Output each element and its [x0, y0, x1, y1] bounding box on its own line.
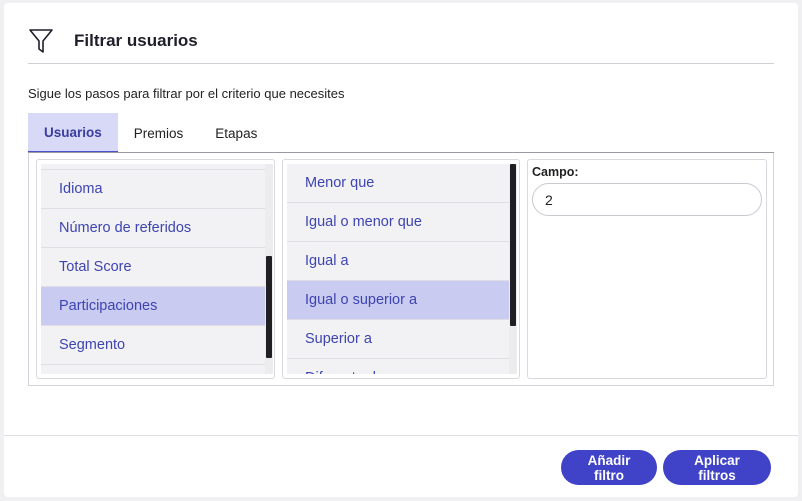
filter-panel: Idioma Número de referidos Total Score P… — [28, 153, 774, 386]
list-item-segmento[interactable]: Segmento — [41, 326, 265, 365]
campo-input[interactable] — [532, 183, 762, 216]
instructions-text: Sigue los pasos para filtrar por el crit… — [28, 86, 345, 101]
fields-scrollbar-thumb[interactable] — [266, 256, 272, 358]
tab-usuarios[interactable]: Usuarios — [28, 113, 118, 153]
list-item-idioma[interactable]: Idioma — [41, 170, 265, 209]
fields-list[interactable]: Idioma Número de referidos Total Score P… — [41, 164, 265, 374]
apply-filters-button[interactable]: Aplicar filtros — [663, 450, 771, 485]
funnel-icon — [28, 27, 54, 55]
list-item-superior-a[interactable]: Superior a — [287, 320, 511, 359]
fields-column: Idioma Número de referidos Total Score P… — [36, 159, 275, 379]
list-item-igual-a[interactable]: Igual a — [287, 242, 511, 281]
filter-tabs: Usuarios Premios Etapas — [28, 113, 273, 153]
modal-title: Filtrar usuarios — [74, 31, 198, 50]
list-item-diferente-de[interactable]: Diferente de — [287, 359, 511, 374]
operators-scrollbar[interactable] — [509, 164, 517, 374]
list-item-igual-menor-que[interactable]: Igual o menor que — [287, 203, 511, 242]
modal-header: Filtrar usuarios — [28, 25, 198, 57]
footer-divider — [4, 435, 798, 436]
list-item-igual-superior-a[interactable]: Igual o superior a — [287, 281, 511, 320]
list-item-total-score[interactable]: Total Score — [41, 248, 265, 287]
list-item-numero-referidos[interactable]: Número de referidos — [41, 209, 265, 248]
value-column: Campo: — [527, 159, 767, 379]
tab-premios[interactable]: Premios — [118, 113, 200, 153]
filter-users-modal: Filtrar usuarios Sigue los pasos para fi… — [4, 3, 798, 497]
header-divider — [28, 63, 774, 64]
tab-etapas[interactable]: Etapas — [199, 113, 273, 153]
list-item-partial — [41, 365, 265, 374]
campo-label: Campo: — [532, 165, 579, 179]
operators-scrollbar-thumb[interactable] — [510, 164, 516, 326]
fields-scrollbar[interactable] — [265, 164, 273, 374]
operators-list[interactable]: Menor que Igual o menor que Igual a Igua… — [287, 164, 511, 374]
add-filter-button[interactable]: Añadir filtro — [561, 450, 657, 485]
list-item-participaciones[interactable]: Participaciones — [41, 287, 265, 326]
operators-column: Menor que Igual o menor que Igual a Igua… — [282, 159, 520, 379]
list-item-menor-que[interactable]: Menor que — [287, 164, 511, 203]
